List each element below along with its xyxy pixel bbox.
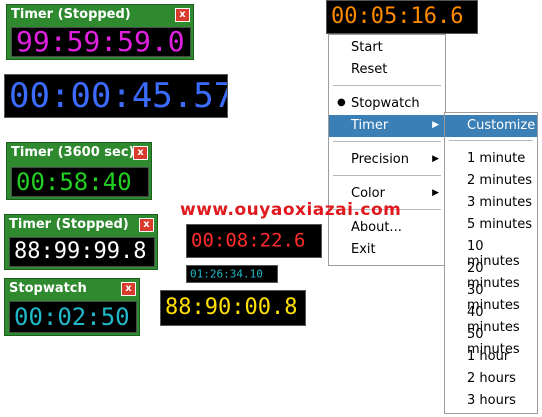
time-value: 00:02:50 [14, 303, 130, 331]
menu-item-timer[interactable]: Timer ▶ [329, 115, 445, 137]
context-menu: Start Reset ● Stopwatch Timer ▶ Precisio… [328, 34, 446, 266]
window-title: Timer (3600 sec) [11, 145, 135, 160]
submenu-arrow-icon: ▶ [432, 154, 439, 164]
radio-bullet-icon: ● [337, 97, 346, 108]
stopwatch-display-blue[interactable]: 00:00:45.57 [4, 74, 228, 118]
window-title: Stopwatch [9, 281, 87, 296]
time-value: 00:00:45.57 [9, 76, 228, 116]
submenu-item[interactable]: 2 minutes [445, 170, 537, 192]
menu-separator [333, 85, 441, 86]
menu-item-exit[interactable]: Exit [329, 239, 445, 261]
menu-separator [449, 140, 533, 141]
submenu-item[interactable]: 50 minutes [445, 324, 537, 357]
time-display: 99:59:59.0 [11, 27, 191, 57]
submenu-item[interactable]: 3 minutes [445, 192, 537, 214]
time-value: 01:26:34.10 [190, 267, 263, 281]
timer-display-orange[interactable]: 00:05:16.6 [326, 0, 478, 34]
submenu-item[interactable]: 2 hours [445, 368, 537, 390]
menu-separator [333, 175, 441, 176]
close-button[interactable]: x [121, 282, 136, 296]
timer-display-yellow[interactable]: 88:90:00.8 [160, 290, 306, 326]
watermark-text: www.ouyaoxiazai.com [180, 200, 402, 220]
time-value: 88:90:00.8 [165, 295, 298, 320]
stopwatch-window[interactable]: Stopwatch x 00:02:50 [4, 278, 140, 336]
submenu-item[interactable]: 40 minutes [445, 302, 537, 335]
time-display: 88:99:99.8 [9, 237, 155, 267]
menu-item-stopwatch[interactable]: ● Stopwatch [329, 93, 445, 115]
menu-item-reset[interactable]: Reset [329, 59, 445, 81]
window-title: Timer (Stopped) [11, 7, 131, 22]
submenu-item[interactable]: 30 minutes [445, 280, 537, 313]
submenu-item[interactable]: 1 minute [445, 148, 537, 170]
time-value: 99:59:59.0 [16, 27, 185, 57]
submenu-item-customize[interactable]: Customize [445, 115, 537, 137]
submenu-item[interactable]: 20 minutes [445, 258, 537, 291]
timer-display-small[interactable]: 01:26:34.10 [186, 265, 278, 283]
submenu-item[interactable]: 1 hour [445, 346, 537, 368]
close-button[interactable]: x [175, 8, 190, 22]
close-button[interactable]: x [139, 218, 154, 232]
submenu-arrow-icon: ▶ [432, 188, 439, 198]
time-value: 00:08:22.6 [191, 229, 306, 252]
menu-item-start[interactable]: Start [329, 37, 445, 59]
timer-display-red[interactable]: 00:08:22.6 [186, 224, 322, 258]
menu-item-precision[interactable]: Precision ▶ [329, 149, 445, 171]
time-display: 00:02:50 [9, 301, 137, 333]
timer-submenu: Customize 1 minute 2 minutes 3 minutes 5… [444, 112, 538, 414]
submenu-item[interactable]: 3 hours [445, 390, 537, 412]
submenu-item[interactable]: 10 minutes [445, 236, 537, 269]
submenu-item[interactable]: 5 minutes [445, 214, 537, 236]
submenu-arrow-icon: ▶ [432, 120, 439, 130]
close-button[interactable]: x [133, 146, 148, 160]
timer-window-stopped-white[interactable]: Timer (Stopped) x 88:99:99.8 [4, 214, 158, 270]
time-display: 00:58:40 [11, 167, 149, 197]
menu-separator [333, 141, 441, 142]
window-title: Timer (Stopped) [9, 217, 129, 232]
menu-item-about[interactable]: About... [329, 217, 445, 239]
timer-window-3600[interactable]: Timer (3600 sec) x 00:58:40 [6, 142, 152, 200]
time-value: 00:58:40 [16, 168, 132, 196]
time-value: 00:05:16.6 [331, 4, 464, 29]
time-value: 88:99:99.8 [14, 239, 147, 264]
timer-window-stopped[interactable]: Timer (Stopped) x 99:59:59.0 [6, 4, 194, 60]
